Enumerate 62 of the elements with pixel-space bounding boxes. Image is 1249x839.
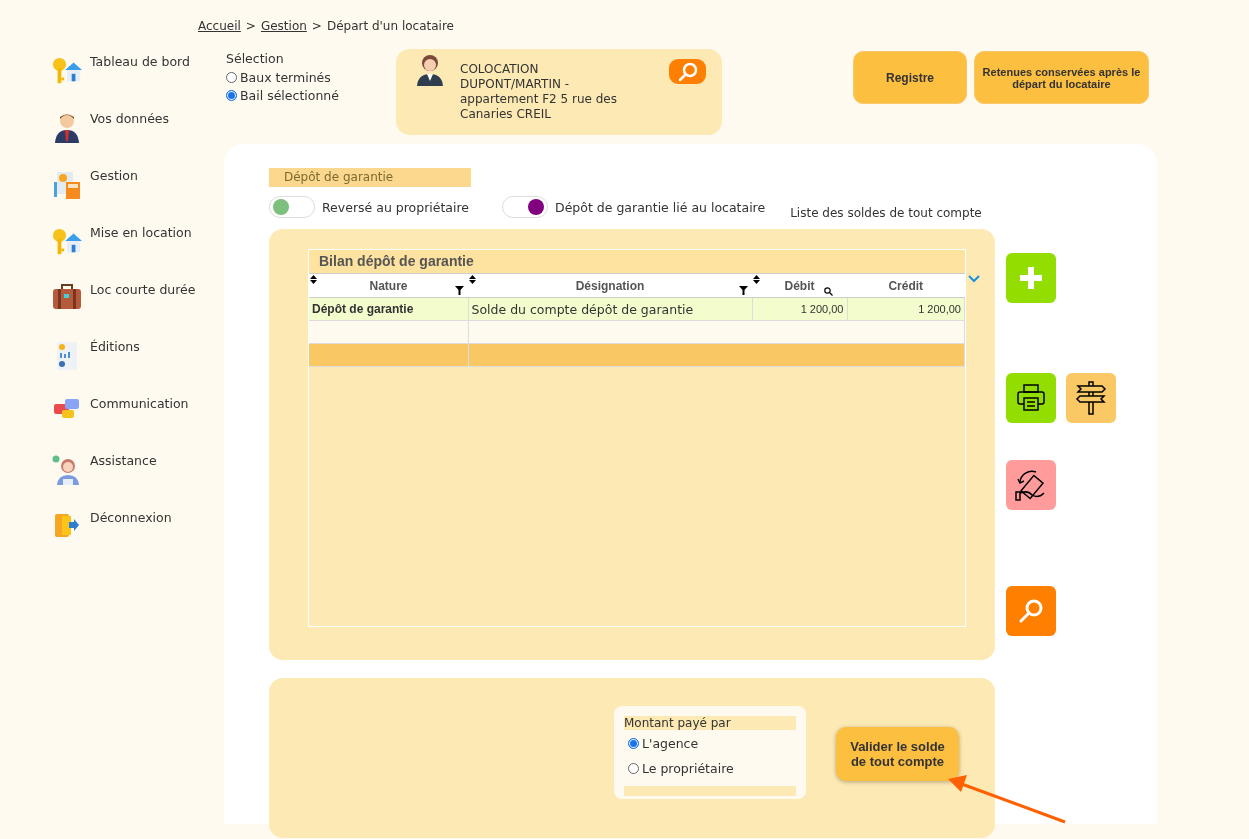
radio-button[interactable] — [628, 763, 639, 774]
calculator-icon — [53, 170, 81, 200]
column-header[interactable]: Débit — [752, 273, 847, 298]
search-icon — [1018, 598, 1044, 624]
woman-avatar-icon — [416, 54, 444, 86]
signpost-icon — [1075, 381, 1107, 415]
print-button[interactable] — [1006, 373, 1056, 423]
list-label: Liste des soldes de tout compte — [790, 206, 982, 220]
person-icon — [54, 113, 80, 143]
toggle-switch[interactable] — [502, 196, 549, 218]
radio-label: Baux terminés — [240, 70, 331, 85]
search-button[interactable] — [669, 59, 706, 84]
exit-door-icon — [54, 512, 80, 538]
table-cell: 1 200,00 — [847, 297, 965, 321]
sidebar-item[interactable]: Tableau de bord — [90, 54, 190, 69]
validate-button[interactable]: Valider le solde de tout compte — [836, 727, 959, 781]
breadcrumb-link[interactable]: Accueil — [198, 19, 241, 44]
sidebar-item[interactable]: Gestion — [90, 168, 138, 183]
radio-label: Le propriétaire — [642, 761, 734, 776]
breadcrumb-separator: > — [245, 19, 256, 35]
selection-label: Sélection — [226, 51, 285, 66]
toggle-switch[interactable] — [269, 196, 315, 218]
report-icon — [55, 341, 79, 371]
column-header[interactable]: Crédit — [847, 273, 965, 298]
radio-label: L'agence — [642, 736, 699, 751]
sidebar-item[interactable]: Vos données — [90, 111, 170, 126]
plus-icon — [1020, 267, 1042, 289]
grid-title: Bilan dépôt de garantie — [309, 250, 965, 273]
section-title: Dépôt de garantie — [269, 168, 471, 187]
table-cell: Solde du compte dépôt de garantie — [468, 297, 752, 321]
key-house-icon — [52, 56, 82, 86]
printer-icon — [1016, 384, 1046, 412]
toggle-label: Reversé au propriétaire — [322, 199, 470, 215]
breadcrumb-current: Départ d'un locataire — [326, 19, 454, 35]
suitcase-icon — [52, 284, 82, 310]
column-header[interactable]: Nature — [309, 273, 468, 298]
sidebar-item[interactable]: Assistance — [90, 453, 157, 468]
breadcrumb-separator: > — [311, 19, 322, 35]
hand-money-icon — [1014, 468, 1048, 502]
sidebar-item[interactable]: Communication — [90, 396, 189, 411]
toolbar-button[interactable]: Registre — [853, 51, 967, 104]
search-button[interactable] — [1006, 586, 1056, 636]
toggle-label: Dépôt de garantie lié au locataire — [555, 199, 766, 215]
sidebar-item[interactable]: Éditions — [90, 339, 140, 354]
sidebar-item[interactable]: Loc courte durée — [90, 282, 196, 297]
toolbar-button[interactable]: Retenues conservées après le départ du locataire — [974, 51, 1149, 104]
radio-label: Bail sélectionné — [240, 88, 339, 103]
tenant-name: COLOCATION DUPONT/MARTIN - appartement F2 5 rue des Canaries CREIL — [460, 61, 618, 123]
support-agent-icon — [52, 455, 82, 485]
breadcrumb-link[interactable]: Gestion — [260, 19, 307, 44]
chevron-down-icon[interactable] — [968, 275, 980, 283]
payment-label: Montant payé par — [624, 716, 796, 730]
radio-button[interactable] — [628, 738, 639, 749]
radio-button[interactable] — [226, 90, 237, 101]
signpost-button[interactable] — [1066, 373, 1116, 423]
sidebar-item[interactable]: Mise en location — [90, 225, 192, 240]
radio-button[interactable] — [226, 72, 237, 83]
column-header[interactable]: Désignation — [468, 273, 752, 298]
refund-button[interactable] — [1006, 460, 1056, 510]
key-house-icon — [52, 227, 82, 257]
table-cell: Dépôt de garantie — [309, 297, 468, 321]
sidebar-item[interactable]: Déconnexion — [90, 510, 172, 525]
